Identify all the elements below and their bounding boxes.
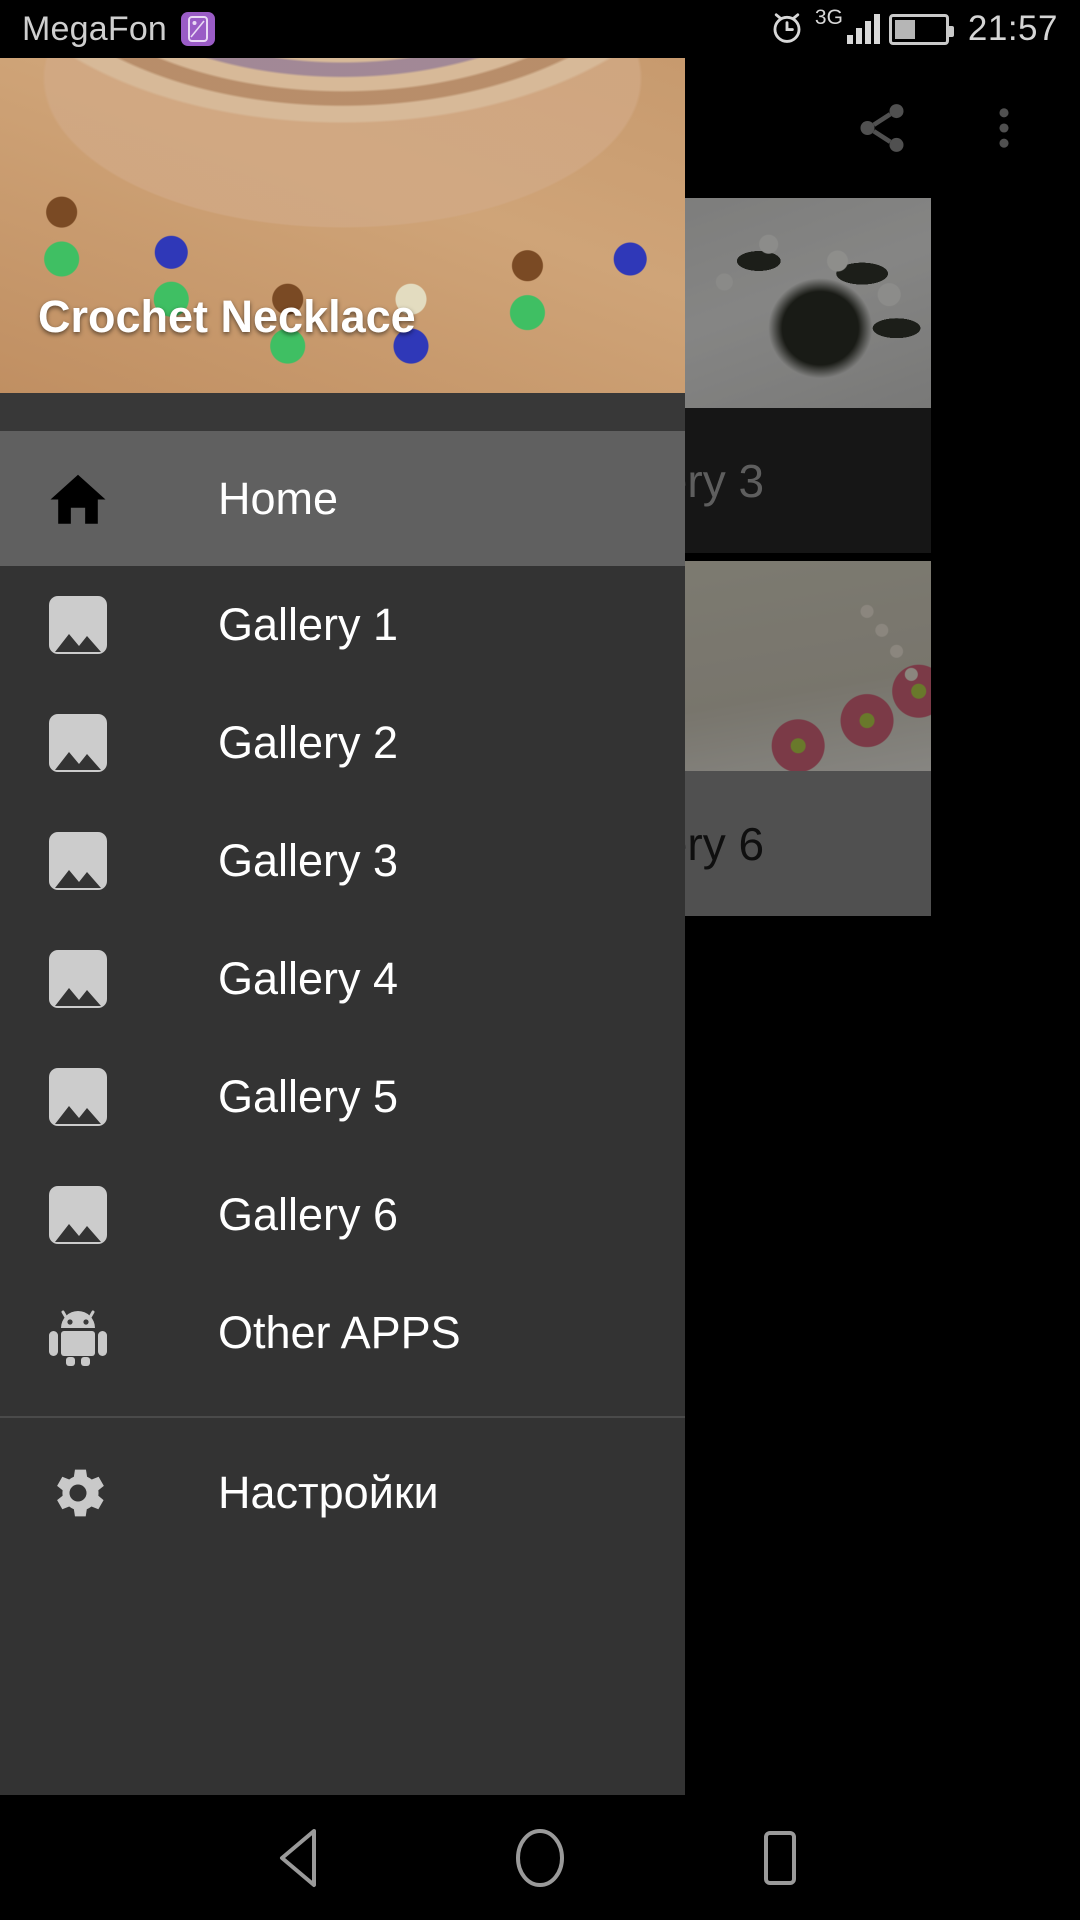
carrier-label: MegaFon (22, 9, 168, 48)
drawer-item-label: Gallery 6 (218, 1189, 399, 1240)
status-bar: MegaFon 3G 21:57 (0, 0, 1080, 58)
drawer-item-gallery-3[interactable]: Gallery 3 (0, 802, 685, 920)
drawer-item-gallery-5[interactable]: Gallery 5 (0, 1038, 685, 1156)
image-icon (42, 950, 114, 1008)
network-type-label: 3G (814, 6, 843, 29)
home-icon (42, 466, 114, 532)
image-icon (42, 1068, 114, 1126)
drawer-item-label: Other APPS (218, 1307, 461, 1358)
drawer-item-gallery-1[interactable]: Gallery 1 (0, 566, 685, 684)
drawer-item-other-apps[interactable]: Other APPS (0, 1274, 685, 1392)
android-robot-icon (42, 1300, 114, 1366)
drawer-item-home[interactable]: Home (0, 431, 685, 566)
drawer-item-label: Gallery 2 (218, 717, 399, 768)
home-circle-icon[interactable] (495, 1813, 585, 1903)
phone-screen: MegaFon 3G 21:57 ry 3 ry 6 Crochet Neckl… (0, 0, 1080, 1920)
image-icon (42, 714, 114, 772)
recents-square-icon[interactable] (735, 1813, 825, 1903)
sim-card-icon (181, 12, 216, 46)
drawer-item-label: Gallery 4 (218, 953, 399, 1004)
drawer-item-gallery-6[interactable]: Gallery 6 (0, 1156, 685, 1274)
clock-label: 21:57 (967, 9, 1058, 48)
alarm-clock-icon (768, 8, 806, 51)
image-icon (42, 596, 114, 654)
battery-icon (888, 13, 954, 45)
drawer-item-gallery-4[interactable]: Gallery 4 (0, 920, 685, 1038)
drawer-header-title: Crochet Necklace (38, 291, 416, 342)
status-icons: 3G 21:57 (768, 6, 1058, 51)
gear-icon (42, 1460, 114, 1526)
drawer-header-strip (0, 393, 685, 431)
drawer-item-gallery-2[interactable]: Gallery 2 (0, 684, 685, 802)
drawer-item-label: Gallery 3 (218, 835, 399, 886)
drawer-item-label: Gallery 1 (218, 599, 399, 650)
drawer-item-label: Настройки (218, 1467, 439, 1518)
system-nav-bar (0, 1795, 1080, 1920)
signal-bars-icon (846, 14, 880, 44)
image-icon (42, 1186, 114, 1244)
drawer-header: Crochet Necklace (0, 58, 685, 393)
image-icon (42, 832, 114, 890)
drawer-item-settings[interactable]: Настройки (0, 1418, 685, 1568)
back-triangle-icon[interactable] (255, 1813, 345, 1903)
drawer-item-label: Gallery 5 (218, 1071, 399, 1122)
navigation-drawer: Crochet Necklace Home Gallery 1 Gallery … (0, 58, 685, 1853)
drawer-item-label: Home (218, 472, 339, 524)
